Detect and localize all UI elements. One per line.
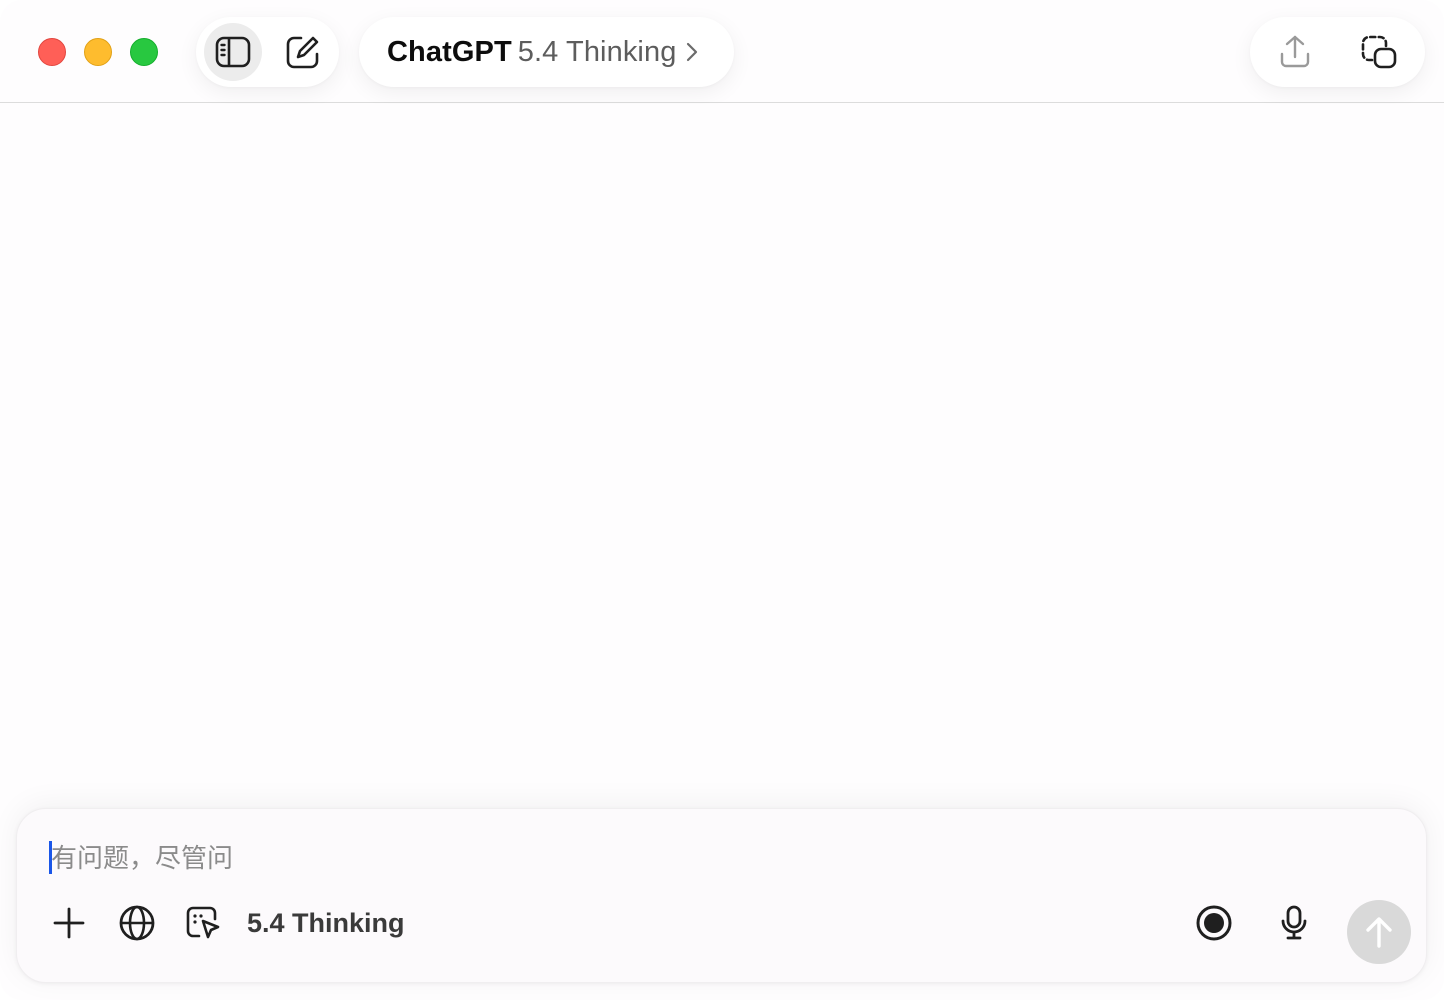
- send-button[interactable]: [1347, 900, 1411, 964]
- share-icon: [1280, 35, 1310, 68]
- voice-mode-button[interactable]: [1190, 899, 1238, 947]
- screenshot-select-icon: [186, 906, 220, 939]
- new-chat-icon: [286, 36, 319, 69]
- voice-mode-icon: [1196, 905, 1232, 941]
- temporary-chat-icon: [1361, 35, 1397, 69]
- model-selector[interactable]: ChatGPT 5.4 Thinking: [359, 17, 734, 87]
- add-attachment-button[interactable]: [45, 899, 93, 947]
- globe-icon: [119, 905, 155, 941]
- send-arrow-icon: [1366, 917, 1392, 948]
- model-version: 5.4 Thinking: [517, 35, 677, 68]
- composer-input-wrapper: [47, 837, 1397, 881]
- title-bar: ChatGPT 5.4 Thinking: [0, 0, 1444, 103]
- message-composer: 5.4 Thinking: [16, 808, 1427, 983]
- microphone-icon: [1281, 905, 1307, 940]
- dictation-button[interactable]: [1270, 899, 1318, 947]
- message-input[interactable]: [47, 837, 1397, 881]
- temporary-chat-button[interactable]: [1350, 23, 1408, 81]
- add-icon: [53, 907, 85, 939]
- maximize-window-button[interactable]: [130, 38, 158, 66]
- minimize-window-button[interactable]: [84, 38, 112, 66]
- close-window-button[interactable]: [38, 38, 66, 66]
- web-search-button[interactable]: [113, 899, 161, 947]
- model-brand: ChatGPT: [387, 35, 512, 68]
- text-caret: [49, 841, 52, 874]
- sidebar-toggle-button[interactable]: [204, 23, 262, 81]
- composer-model-button[interactable]: 5.4 Thinking: [247, 899, 405, 947]
- share-button[interactable]: [1266, 23, 1324, 81]
- composer-model-label: 5.4 Thinking: [247, 907, 405, 938]
- header-left-controls: [196, 17, 339, 87]
- screenshot-select-button[interactable]: [179, 899, 227, 947]
- sidebar-toggle-icon: [215, 36, 251, 68]
- header-right-controls: [1250, 17, 1425, 87]
- chatgpt-window: ChatGPT 5.4 Thinking 有问题，尽管问 5.4 Thinkin…: [0, 0, 1444, 1000]
- new-chat-button[interactable]: [274, 23, 332, 81]
- model-selector-label: ChatGPT 5.4 Thinking: [387, 17, 698, 87]
- chevron-right-icon: [686, 42, 698, 62]
